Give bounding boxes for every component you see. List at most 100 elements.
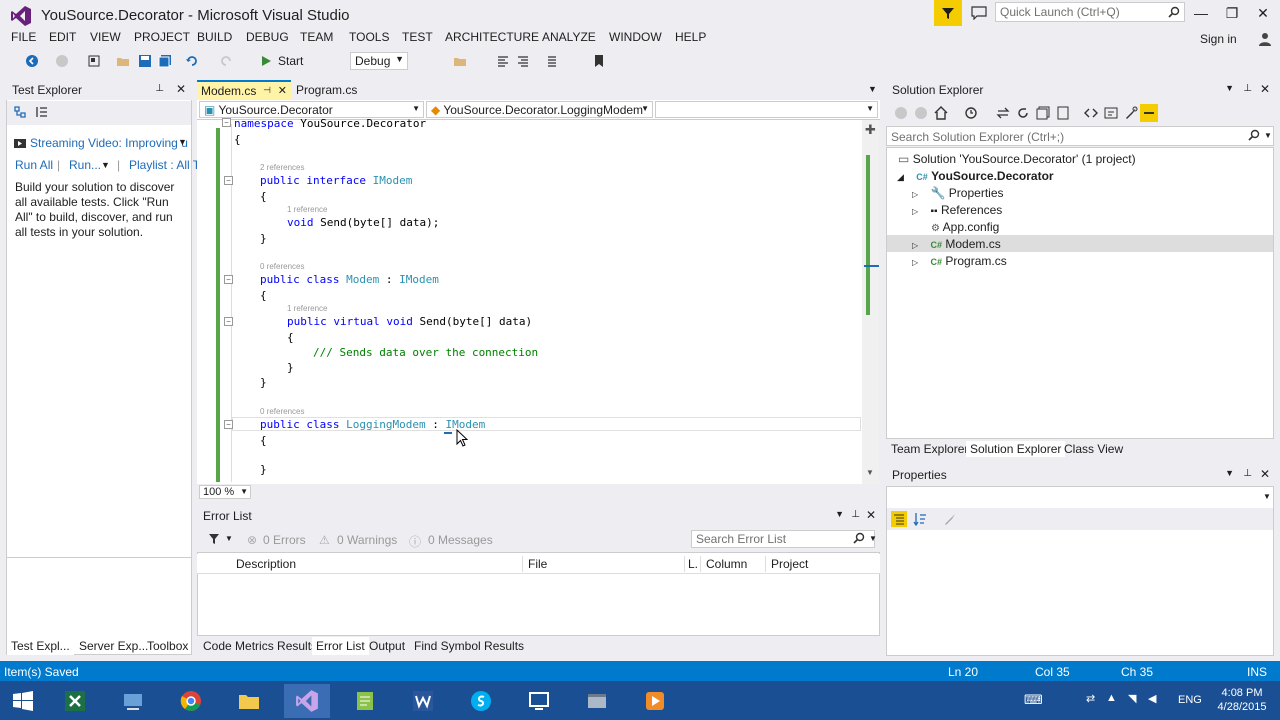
chrome-taskbar-icon[interactable] [168, 684, 214, 718]
close-icon[interactable]: ✕ [176, 82, 186, 96]
pending-changes-icon[interactable] [964, 106, 978, 120]
project-dropdown[interactable]: ▣ YouSource.Decorator ▼ [199, 101, 424, 118]
tray-arrow-icon[interactable]: ▲ [1106, 692, 1117, 704]
expanded-arrow-icon[interactable]: ◢ [897, 172, 904, 182]
chevron-down-icon[interactable]: ▼ [1225, 83, 1234, 93]
back-icon[interactable] [894, 106, 908, 120]
vertical-scrollbar[interactable] [862, 120, 879, 484]
categorized-icon[interactable] [891, 511, 907, 527]
undo-icon[interactable] [184, 53, 200, 69]
playlist-link[interactable]: Playlist : All T [129, 158, 200, 172]
navigate-forward-icon[interactable] [54, 53, 70, 69]
code-lens-references[interactable]: 1 reference [287, 304, 327, 313]
tab-team-explorer[interactable]: Team Explorer [887, 441, 972, 457]
column-description[interactable]: Description [236, 557, 296, 571]
start-button-windows-icon[interactable] [0, 684, 46, 718]
new-project-icon[interactable] [86, 53, 102, 69]
preview-selected-items-icon[interactable] [1140, 104, 1158, 122]
tab-output[interactable]: Output [365, 637, 409, 655]
chevron-down-icon[interactable]: ▼ [1264, 131, 1272, 140]
app-window-taskbar-icon[interactable] [574, 684, 620, 718]
bookmark-icon[interactable] [591, 53, 607, 69]
notification-filter-icon[interactable] [934, 0, 962, 26]
warnings-count[interactable]: 0 Warnings [337, 533, 397, 547]
chevron-down-icon[interactable]: ▼ [225, 534, 233, 543]
smart-tag-indicator[interactable] [444, 432, 452, 434]
split-icon[interactable]: ✚ [865, 122, 876, 138]
close-icon[interactable]: ✕ [866, 508, 876, 522]
chevron-down-icon[interactable]: ▼ [178, 137, 187, 147]
messages-count[interactable]: 0 Messages [428, 533, 493, 547]
view-code-icon[interactable] [1084, 106, 1098, 120]
volume-icon[interactable]: ◀ [1148, 692, 1156, 705]
tab-program-cs[interactable]: Program.cs [292, 81, 362, 100]
member-dropdown[interactable]: ▼ [655, 101, 878, 118]
navigate-back-icon[interactable] [24, 53, 40, 69]
chevron-down-icon[interactable]: ▼ [868, 84, 877, 94]
word-taskbar-icon[interactable] [400, 684, 446, 718]
sign-in-link[interactable]: Sign in [1200, 32, 1237, 46]
chevron-down-icon[interactable]: ▼ [869, 534, 877, 543]
excel-taskbar-icon[interactable] [52, 684, 98, 718]
tab-test-explorer[interactable]: Test Expl... [7, 637, 74, 655]
network-tool-taskbar-icon[interactable] [110, 684, 156, 718]
error-list-search-input[interactable]: Search Error List [691, 530, 875, 548]
chevron-down-icon[interactable]: ▼ [1263, 492, 1271, 501]
comment-out-icon[interactable] [495, 53, 511, 69]
remote-desktop-taskbar-icon[interactable] [516, 684, 562, 718]
zoom-dropdown[interactable]: 100 % ▼ [199, 485, 251, 499]
tab-error-list[interactable]: Error List [312, 637, 369, 655]
file-explorer-taskbar-icon[interactable] [226, 684, 272, 718]
configuration-dropdown[interactable]: Debug ▼ [350, 52, 408, 70]
scroll-down-icon[interactable]: ▼ [866, 468, 874, 477]
view-designer-icon[interactable] [1104, 106, 1118, 120]
tree-item-modem-cs[interactable]: ▷ C# Modem.cs [912, 237, 1001, 251]
account-avatar-icon[interactable] [1256, 30, 1274, 48]
show-all-files-icon[interactable] [1056, 106, 1070, 120]
sort-icon[interactable] [35, 105, 49, 119]
restore-button[interactable]: ❐ [1215, 0, 1249, 26]
chevron-down-icon[interactable]: ▼ [835, 509, 844, 519]
uncomment-icon[interactable] [515, 53, 531, 69]
tab-find-symbol-results[interactable]: Find Symbol Results [410, 637, 528, 655]
tab-server-explorer[interactable]: Server Exp... [75, 637, 152, 655]
code-lens-references[interactable]: 0 references [260, 262, 304, 271]
collapsed-arrow-icon[interactable]: ▷ [912, 241, 918, 250]
pin-icon[interactable]: ⊥ [1243, 468, 1252, 479]
skype-taskbar-icon[interactable] [458, 684, 504, 718]
filter-icon[interactable] [208, 533, 220, 545]
keyboard-icon[interactable]: ⌨ [1024, 692, 1043, 708]
menu-build[interactable]: BUILD [197, 30, 232, 44]
column-project[interactable]: Project [771, 557, 808, 571]
tree-item-references[interactable]: ▷ ▪▪ References [912, 203, 1002, 217]
sync-icon[interactable] [996, 106, 1010, 120]
collapse-toggle[interactable]: − [224, 275, 233, 284]
pin-icon[interactable]: ⊥ [1243, 83, 1252, 94]
redo-icon[interactable] [218, 53, 234, 69]
save-icon[interactable] [137, 53, 153, 69]
run-all-link[interactable]: Run All [15, 158, 53, 172]
minimize-button[interactable]: — [1184, 0, 1218, 26]
collapsed-arrow-icon[interactable]: ▷ [912, 258, 918, 267]
collapse-toggle[interactable]: − [224, 420, 233, 429]
menu-view[interactable]: VIEW [90, 30, 121, 44]
column-column[interactable]: Column [706, 557, 747, 571]
tab-code-metrics-results[interactable]: Code Metrics Results [199, 637, 321, 655]
code-lens-references[interactable]: 2 references [260, 163, 304, 172]
notepad-taskbar-icon[interactable] [342, 684, 388, 718]
tab-class-view[interactable]: Class View [1060, 441, 1127, 457]
column-line[interactable]: L. [688, 557, 698, 571]
media-player-taskbar-icon[interactable] [632, 684, 678, 718]
menu-debug[interactable]: DEBUG [246, 30, 289, 44]
network-icon[interactable]: ⇄ [1086, 692, 1095, 705]
indent-icon[interactable] [543, 53, 559, 69]
tab-solution-explorer[interactable]: Solution Explorer [966, 441, 1066, 457]
close-icon[interactable]: ✕ [278, 84, 287, 97]
menu-file[interactable]: FILE [11, 30, 36, 44]
column-file[interactable]: File [528, 557, 547, 571]
collapsed-arrow-icon[interactable]: ▷ [912, 207, 918, 216]
language-indicator[interactable]: ENG [1178, 694, 1202, 706]
menu-test[interactable]: TEST [402, 30, 433, 44]
tree-item-program-cs[interactable]: ▷ C# Program.cs [912, 254, 1007, 268]
refresh-icon[interactable] [1016, 106, 1030, 120]
